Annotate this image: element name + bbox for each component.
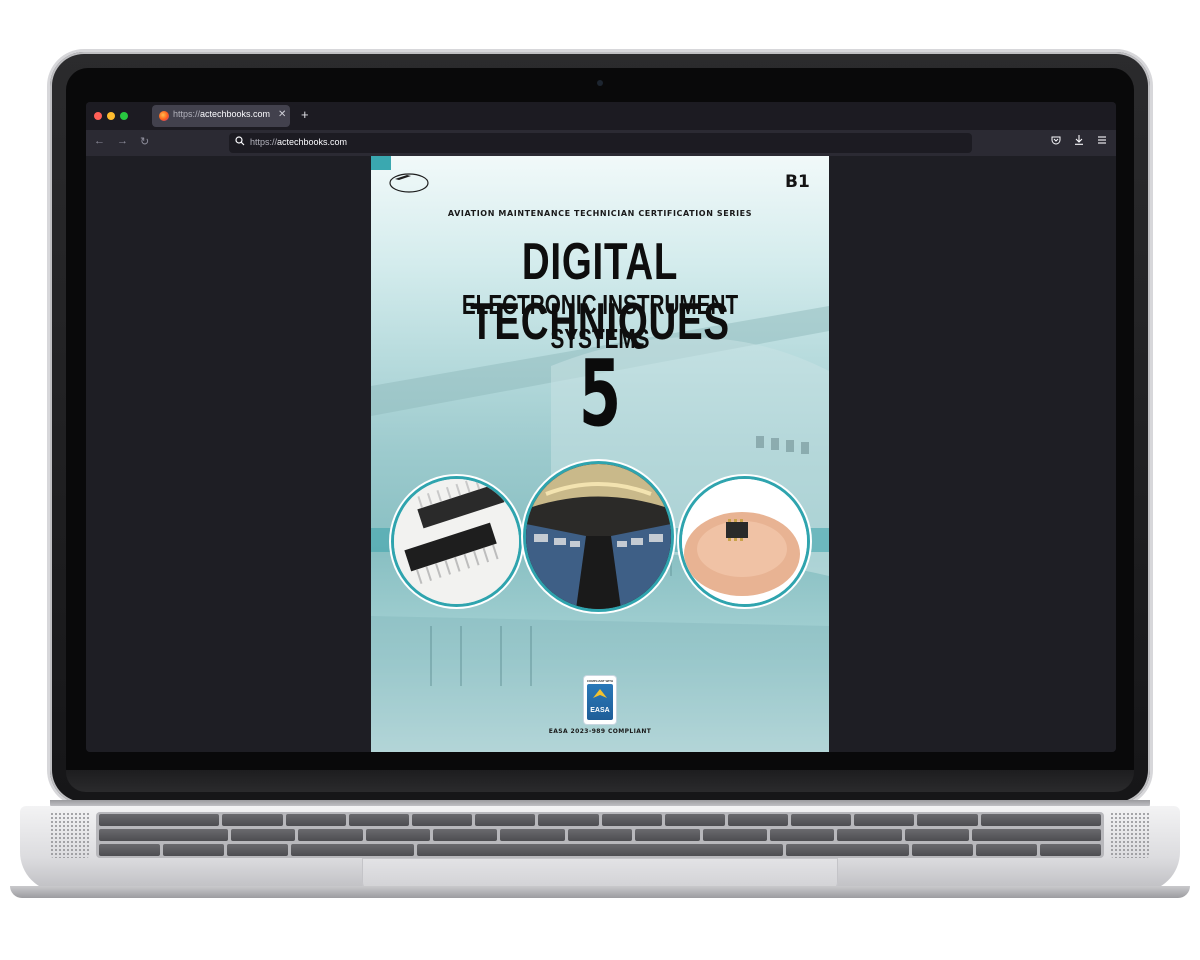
search-icon xyxy=(235,136,245,149)
easa-word: EASA xyxy=(590,707,610,714)
aircraft-cabin-image xyxy=(523,461,674,612)
minimize-window-button[interactable] xyxy=(107,112,115,120)
new-tab-button[interactable]: + xyxy=(301,107,309,122)
easa-badge: COMPLIANT WITH EASA xyxy=(584,676,616,724)
ic-chips-image xyxy=(391,476,522,607)
maximize-window-button[interactable] xyxy=(120,112,128,120)
module-number: 5 xyxy=(578,340,622,447)
easa-badge-top-text: COMPLIANT WITH xyxy=(586,679,614,683)
download-icon[interactable] xyxy=(1074,135,1084,148)
series-title: AVIATION MAINTENANCE TECHNICIAN CERTIFIC… xyxy=(447,209,753,218)
laptop-base-lip xyxy=(10,886,1190,898)
browser-window: https://actechbooks.com ✕ + ← → ↻ https:… xyxy=(86,102,1116,752)
page-content: B1 AVIATION MAINTENANCE TECHNICIAN CERTI… xyxy=(86,156,1116,752)
close-window-button[interactable] xyxy=(94,112,102,120)
tab-url-scheme: https:// xyxy=(173,109,201,119)
keyboard xyxy=(96,812,1104,858)
reload-button[interactable]: ↻ xyxy=(140,135,149,148)
right-speaker-grille xyxy=(1110,812,1150,858)
certification-level: B1 xyxy=(785,172,810,192)
tab-actechbooks[interactable]: https://actechbooks.com ✕ xyxy=(152,105,290,127)
easa-star-icon xyxy=(593,689,607,698)
book-cover: B1 AVIATION MAINTENANCE TECHNICIAN CERTI… xyxy=(371,156,829,752)
menu-icon[interactable] xyxy=(1097,135,1107,148)
url-text[interactable]: https://actechbooks.com xyxy=(250,137,347,147)
compliance-text: EASA 2023-989 COMPLIANT xyxy=(548,728,652,735)
back-button[interactable]: ← xyxy=(94,135,105,147)
url-domain: actechbooks.com xyxy=(277,137,348,147)
aircraft-logo-icon xyxy=(389,173,429,193)
microchip-on-finger-image xyxy=(679,476,810,607)
publisher-logo xyxy=(389,170,429,194)
webcam xyxy=(597,80,603,86)
url-scheme: https:// xyxy=(250,137,278,147)
tab-url-domain: actechbooks.com xyxy=(200,109,271,119)
tab-bar: https://actechbooks.com ✕ + xyxy=(86,102,1116,130)
easa-badge-inner: EASA xyxy=(587,684,613,720)
url-bar[interactable]: https://actechbooks.com xyxy=(229,133,972,153)
close-icon[interactable]: ✕ xyxy=(278,109,286,120)
forward-button[interactable]: → xyxy=(117,135,128,147)
pocket-icon[interactable] xyxy=(1051,135,1061,148)
corner-tab xyxy=(371,156,391,170)
left-speaker-grille xyxy=(50,812,90,858)
tab-title: https://actechbooks.com xyxy=(173,109,270,119)
firefox-icon xyxy=(159,111,169,121)
screen-chin xyxy=(66,770,1134,792)
